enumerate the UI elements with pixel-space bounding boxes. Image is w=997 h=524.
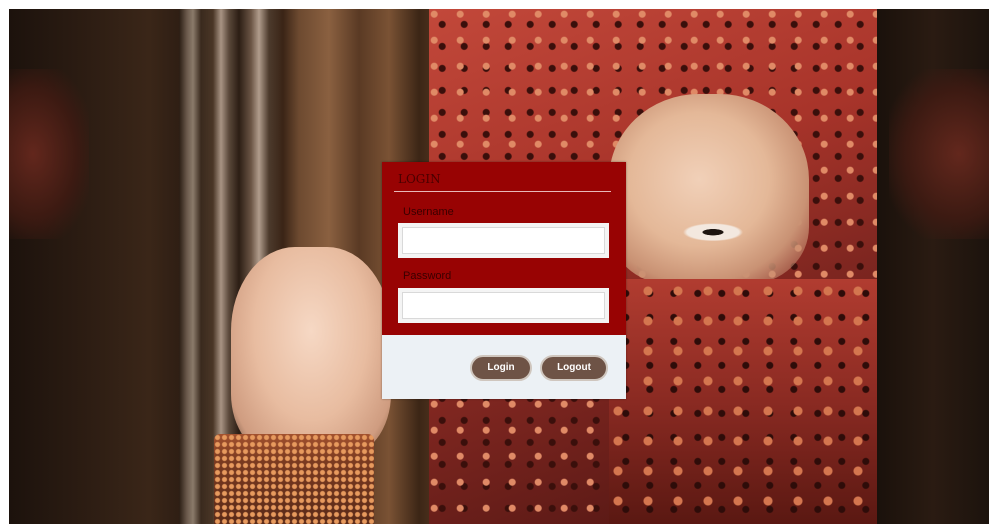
password-input[interactable]	[398, 288, 609, 323]
bg-sleeve-cuff	[214, 434, 374, 524]
bg-right-scarf-reflection	[889, 69, 989, 239]
login-title: LOGIN	[398, 172, 441, 186]
username-input[interactable]	[398, 223, 609, 258]
bg-fist	[231, 247, 391, 457]
bg-face	[609, 94, 809, 284]
title-divider	[394, 191, 611, 192]
bg-left-scarf-reflection	[9, 69, 89, 239]
logout-button[interactable]: Logout	[540, 355, 608, 381]
password-label: Password	[403, 270, 452, 282]
bg-veil	[609, 279, 899, 524]
login-form-area: LOGIN Username Password	[382, 162, 626, 335]
login-button[interactable]: Login	[470, 355, 532, 381]
username-label: Username	[403, 206, 454, 218]
login-panel: LOGIN Username Password Login Logout	[382, 162, 626, 399]
bg-eye	[677, 219, 757, 243]
